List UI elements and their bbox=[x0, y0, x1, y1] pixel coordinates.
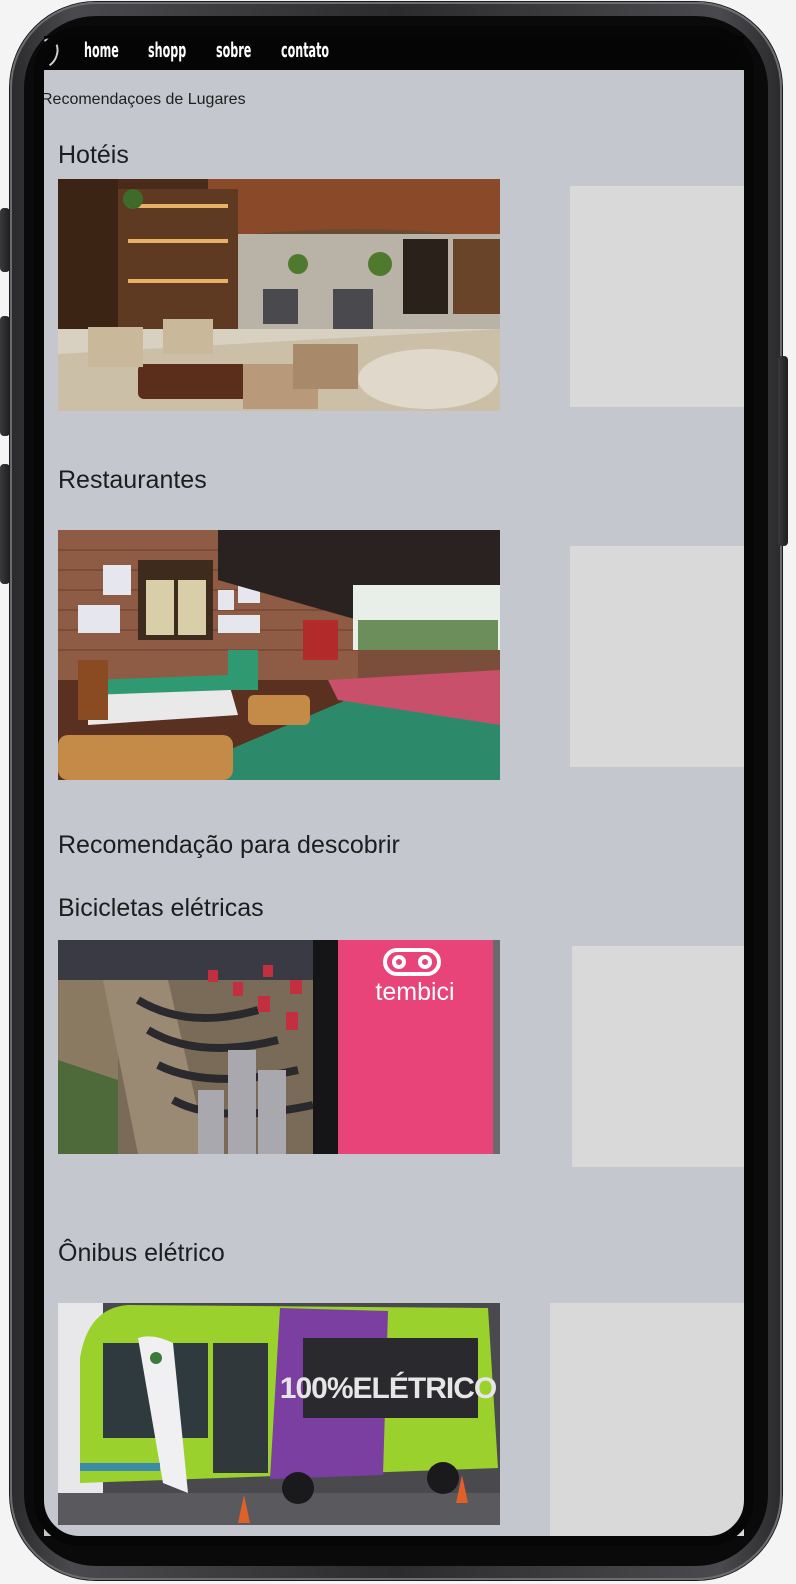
logo-icon[interactable] bbox=[44, 36, 63, 71]
volume-down-button bbox=[0, 464, 10, 584]
bikes-card-placeholder bbox=[572, 946, 744, 1167]
section-title-discover: Recomendação para descobrir bbox=[58, 831, 400, 859]
nav-shopp-link[interactable]: shopp bbox=[148, 38, 186, 62]
page-heading: Recomendaçoes de Lugares bbox=[44, 91, 246, 108]
bus-banner-text: 100%ELÉTRICO bbox=[280, 1371, 497, 1405]
bus-card-placeholder bbox=[550, 1303, 744, 1536]
nav-sobre-link[interactable]: sobre bbox=[216, 38, 251, 62]
hotel-card-placeholder bbox=[570, 186, 744, 407]
tembici-brand-text: tembici bbox=[375, 978, 454, 1006]
volume-up-button bbox=[0, 316, 10, 436]
nav-contato-link[interactable]: contato bbox=[281, 38, 329, 62]
app-screen: home shopp sobre contato Recomendaçoes d… bbox=[44, 36, 744, 1536]
section-title-bus: Ônibus elétrico bbox=[58, 1239, 225, 1267]
nav-home-link[interactable]: home bbox=[84, 38, 119, 62]
restaurant-image[interactable] bbox=[58, 530, 500, 780]
restaurant-card-placeholder bbox=[570, 546, 744, 767]
electric-bikes-image[interactable]: tembici bbox=[58, 940, 500, 1154]
navbar: home shopp sobre contato bbox=[44, 36, 744, 71]
mute-switch bbox=[0, 208, 10, 272]
section-title-restaurants: Restaurantes bbox=[58, 466, 207, 494]
power-button bbox=[778, 356, 788, 546]
electric-bus-image[interactable]: 100%ELÉTRICO bbox=[58, 1303, 500, 1525]
hotel-lobby-image[interactable] bbox=[58, 179, 500, 411]
section-title-hotels: Hotéis bbox=[58, 141, 129, 169]
section-title-bikes: Bicicletas elétricas bbox=[58, 894, 264, 922]
